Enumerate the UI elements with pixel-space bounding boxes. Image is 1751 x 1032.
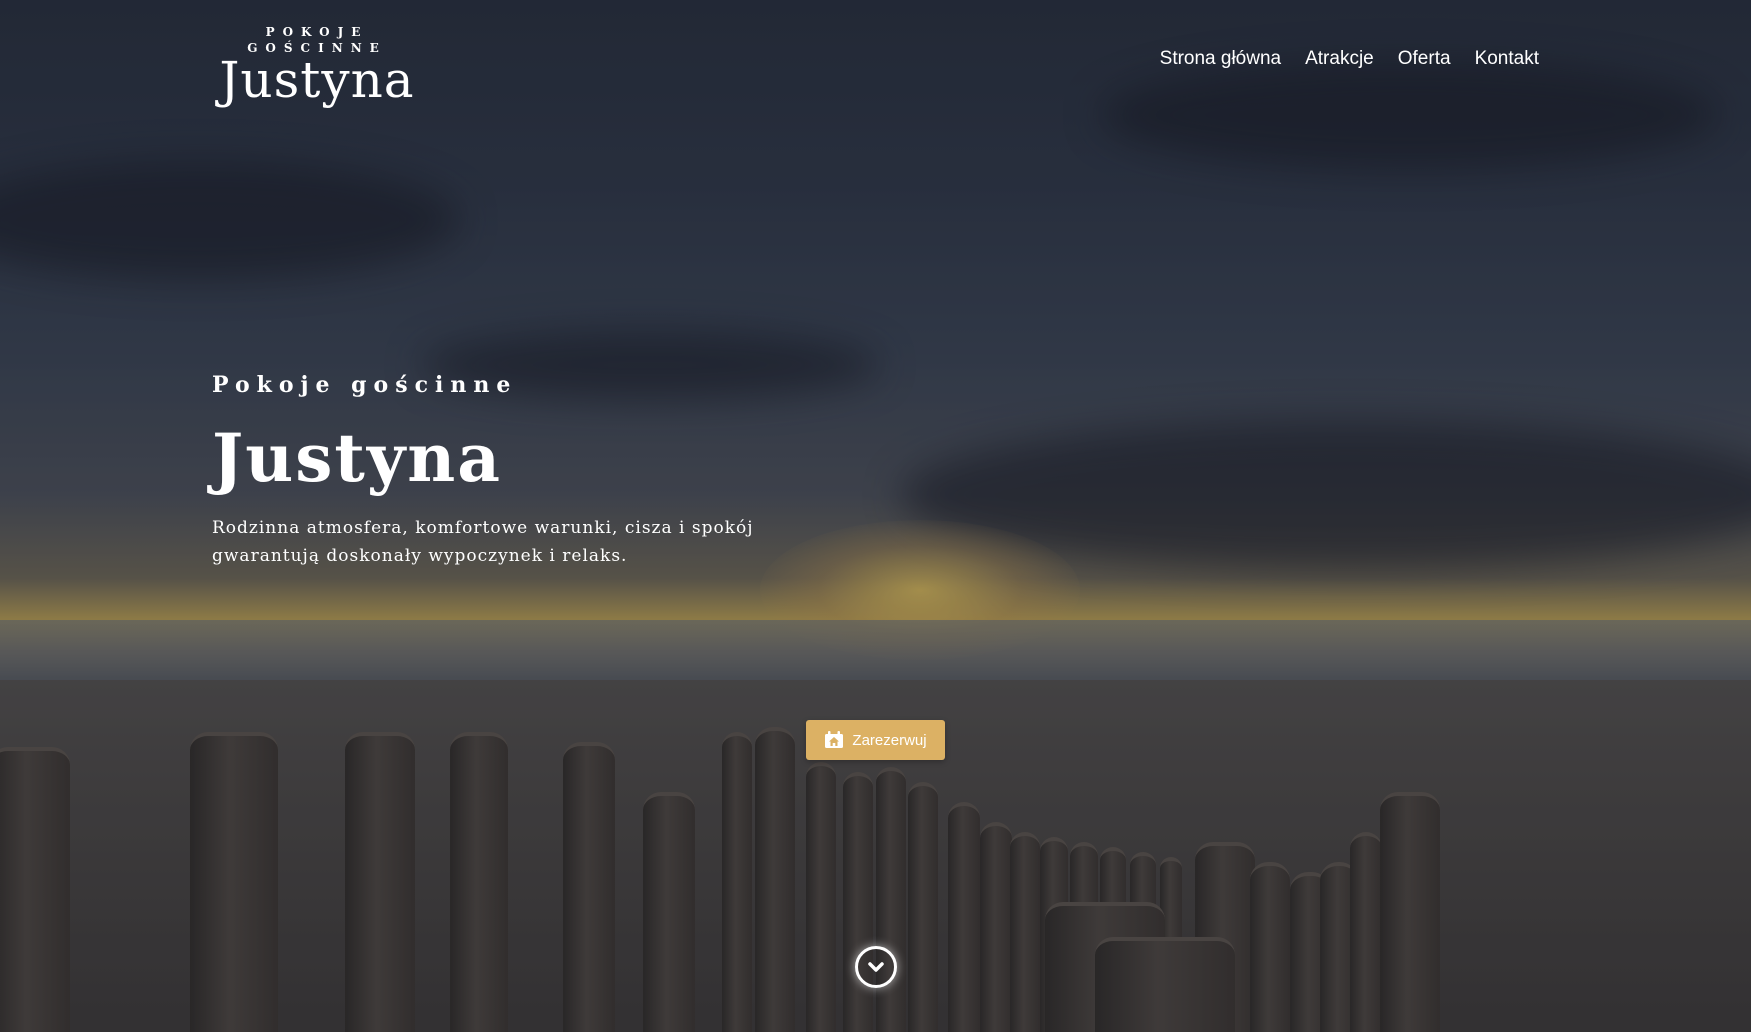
nav-item-attractions[interactable]: Atrakcje <box>1305 48 1374 70</box>
reserve-button-label: Zarezerwuj <box>852 731 927 749</box>
logo-name: Justyna <box>219 51 415 109</box>
nav-item-home[interactable]: Strona główna <box>1160 48 1281 70</box>
scroll-down-button[interactable] <box>855 946 897 988</box>
nav-item-contact[interactable]: Kontakt <box>1475 48 1539 70</box>
hero-text: Pokoje gościnne Justyna Rodzinna atmosfe… <box>212 372 812 570</box>
reserve-button[interactable]: Zarezerwuj <box>806 720 945 760</box>
main-nav: Strona główna Atrakcje Oferta Kontakt <box>1160 48 1539 70</box>
chevron-down-icon <box>868 962 884 972</box>
nav-item-offer[interactable]: Oferta <box>1398 48 1451 70</box>
logo-small-line: POKOJE <box>265 25 369 39</box>
hero-headline: Justyna <box>212 419 502 497</box>
hero-lead: Rodzinna atmosfera, komfortowe warunki, … <box>212 518 754 566</box>
hero-section: POKOJE GOŚCINNE Justyna Strona główna At… <box>0 0 1751 1032</box>
house-calendar-icon <box>825 731 844 748</box>
hero-eyebrow: Pokoje gościnne <box>212 372 518 398</box>
logo[interactable]: POKOJE GOŚCINNE Justyna <box>212 24 422 106</box>
